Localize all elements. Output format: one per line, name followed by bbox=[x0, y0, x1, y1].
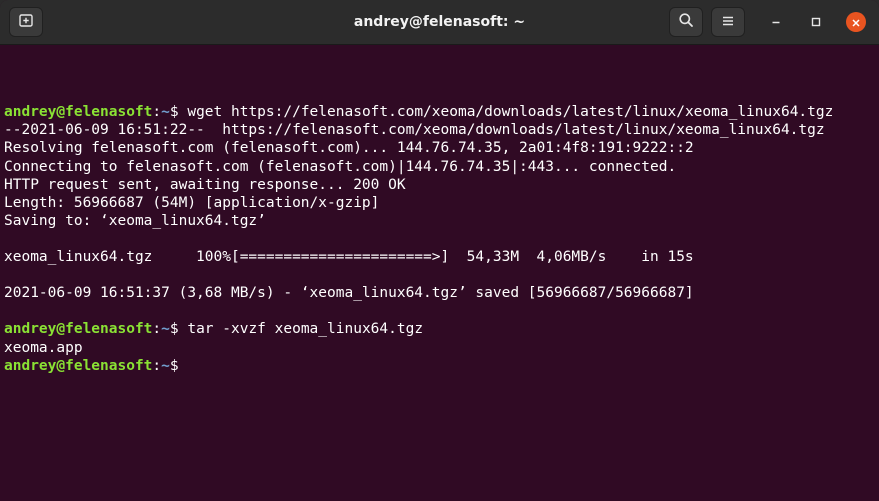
output-line: 2021-06-09 16:51:37 (3,68 MB/s) - ‘xeoma… bbox=[4, 285, 694, 302]
output-line: xeoma.app bbox=[4, 339, 83, 356]
prompt-symbol: $ bbox=[169, 104, 188, 121]
maximize-icon bbox=[810, 13, 822, 32]
command-text: wget https://felenasoft.com/xeoma/downlo… bbox=[187, 104, 834, 121]
window-title: andrey@felenasoft: ~ bbox=[353, 14, 526, 30]
close-icon bbox=[851, 13, 861, 32]
output-line: Length: 56966687 (54M) [application/x-gz… bbox=[4, 194, 380, 211]
prompt-symbol: $ bbox=[169, 357, 179, 374]
prompt-user: andrey@felenasoft bbox=[4, 357, 153, 374]
menu-button[interactable] bbox=[711, 7, 745, 37]
command-text: tar -xvzf xeoma_linux64.tgz bbox=[187, 321, 424, 338]
search-icon bbox=[678, 12, 694, 32]
maximize-button[interactable] bbox=[806, 12, 826, 32]
terminal-window: andrey@felenasoft: ~ andrey@felenasoft:~… bbox=[0, 0, 879, 501]
prompt-separator: : bbox=[152, 104, 162, 121]
prompt-symbol: $ bbox=[169, 321, 188, 338]
minimize-icon bbox=[770, 13, 782, 32]
prompt-path: ~ bbox=[161, 357, 170, 374]
output-line: xeoma_linux64.tgz 100%[=================… bbox=[4, 249, 694, 266]
output-line: Saving to: ‘xeoma_linux64.tgz’ bbox=[4, 212, 266, 229]
prompt-line: andrey@felenasoft:~$ wget https://felena… bbox=[4, 103, 879, 121]
prompt-path: ~ bbox=[161, 104, 170, 121]
prompt-separator: : bbox=[152, 321, 162, 338]
search-button[interactable] bbox=[669, 7, 703, 37]
new-tab-button[interactable] bbox=[9, 7, 43, 37]
output-line: HTTP request sent, awaiting response... … bbox=[4, 176, 406, 193]
prompt-separator: : bbox=[152, 357, 162, 374]
prompt-user: andrey@felenasoft bbox=[4, 321, 153, 338]
minimize-button[interactable] bbox=[766, 12, 786, 32]
prompt-path: ~ bbox=[161, 321, 170, 338]
close-button[interactable] bbox=[846, 12, 866, 32]
prompt-line: andrey@felenasoft:~$ tar -xvzf xeoma_lin… bbox=[4, 320, 879, 338]
terminal-output[interactable]: andrey@felenasoft:~$ wget https://felena… bbox=[0, 45, 879, 501]
scrollbar[interactable] bbox=[871, 45, 879, 501]
output-line: Resolving felenasoft.com (felenasoft.com… bbox=[4, 140, 694, 157]
output-line: Connecting to felenasoft.com (felenasoft… bbox=[4, 158, 677, 175]
title-bar[interactable]: andrey@felenasoft: ~ bbox=[0, 0, 879, 45]
prompt-line: andrey@felenasoft:~$ bbox=[4, 357, 879, 375]
new-tab-icon bbox=[18, 12, 34, 32]
hamburger-menu-icon bbox=[721, 13, 735, 32]
output-line: --2021-06-09 16:51:22-- https://felenaso… bbox=[4, 122, 825, 139]
prompt-user: andrey@felenasoft bbox=[4, 104, 153, 121]
